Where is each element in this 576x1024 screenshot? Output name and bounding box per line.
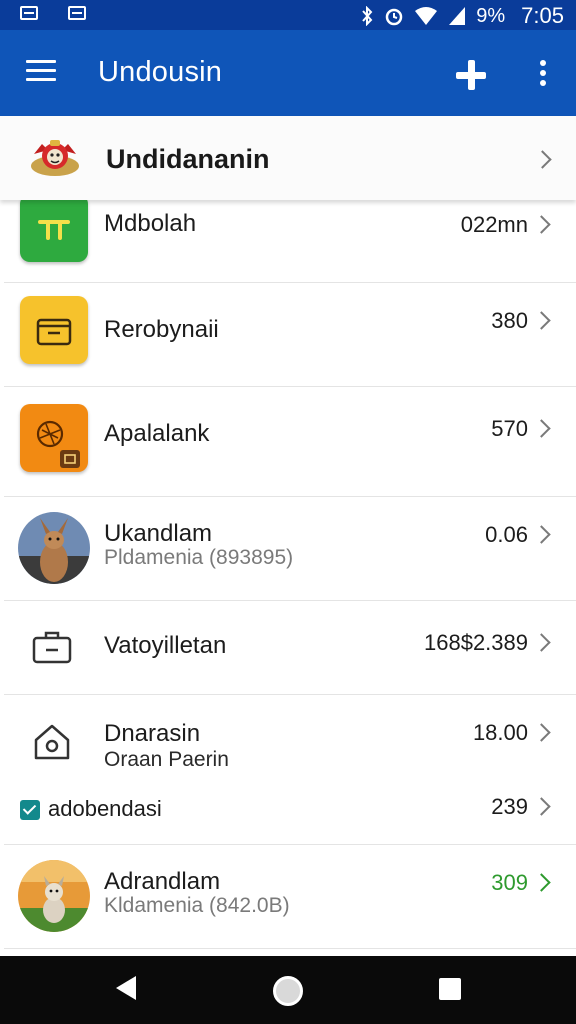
home-icon <box>34 724 70 760</box>
clock: 7:05 <box>521 3 564 28</box>
recents-button[interactable] <box>439 978 461 1000</box>
item-value: 239 <box>491 794 528 819</box>
add-icon[interactable] <box>456 60 486 90</box>
item-title: Rerobynaii <box>104 316 219 343</box>
list-item[interactable]: Ukandlam Pldamenia (893895) 0.06 <box>4 496 576 601</box>
item-value: 309 <box>491 870 528 895</box>
app-bar: Undousin <box>0 30 576 116</box>
status-notifications <box>20 6 86 20</box>
item-title: Vatoyilletan <box>104 632 227 659</box>
chevron-right-icon <box>532 873 551 892</box>
list-item[interactable]: Adrandlam Kldamenia (842.0B) 309 <box>4 844 576 949</box>
wifi-icon <box>415 7 438 25</box>
bluetooth-icon <box>362 6 373 26</box>
item-value: 022mn <box>460 212 528 237</box>
fruit-icon <box>20 404 88 472</box>
more-options-icon[interactable] <box>538 60 548 90</box>
item-title: Mdbolah <box>104 210 197 237</box>
chevron-right-icon <box>532 525 551 544</box>
chevron-right-icon <box>532 633 551 652</box>
item-value: 168$2.389 <box>424 630 528 655</box>
chevron-right-icon <box>532 311 551 330</box>
chevron-right-icon <box>532 723 551 742</box>
item-value: 380 <box>491 308 528 333</box>
item-value: 0.06 <box>485 522 528 547</box>
item-subtitle: Pldamenia (893895) <box>104 546 294 569</box>
chevron-right-icon <box>532 419 551 438</box>
chevron-right-icon <box>532 797 551 816</box>
status-indicators: 9% 7:05 <box>360 3 564 29</box>
checkbox-label: adobendasi <box>48 796 162 821</box>
item-subtitle: Kldamenia (842.0B) <box>104 894 290 917</box>
kangaroo-avatar <box>18 512 90 584</box>
item-value: 18.00 <box>472 720 528 745</box>
back-button[interactable] <box>116 976 136 1000</box>
item-subtitle: Oraan Paerin <box>104 748 229 771</box>
app-title: Undousin <box>98 56 223 88</box>
green-tile-icon <box>20 194 88 262</box>
item-title: Adrandlam <box>104 868 221 895</box>
header-row[interactable]: Undidananin <box>0 116 576 200</box>
notification-icon <box>68 6 86 20</box>
signal-icon <box>449 7 466 25</box>
list-item[interactable]: Mdbolah 022mn <box>4 194 576 283</box>
menu-icon[interactable] <box>26 60 56 84</box>
status-bar: 9% 7:05 <box>0 0 576 30</box>
chevron-right-icon <box>532 215 551 234</box>
item-value: 570 <box>491 416 528 441</box>
list-item[interactable]: Apalalank 570 <box>4 386 576 497</box>
alarm-icon <box>386 8 403 26</box>
list-item[interactable]: Vatoyilletan 168$2.389 <box>4 600 576 695</box>
item-title: Ukandlam <box>104 520 213 547</box>
dog-avatar <box>18 860 90 932</box>
briefcase-icon <box>32 631 72 664</box>
list-item[interactable]: Rerobynaii 380 <box>4 282 576 387</box>
system-nav-bar <box>0 956 576 1024</box>
emblem-logo <box>31 140 79 176</box>
home-button[interactable] <box>273 976 303 1006</box>
header-title: Undidananin <box>106 144 270 174</box>
battery-level: 9% <box>476 4 506 27</box>
notification-icon <box>20 6 38 20</box>
chevron-right-icon <box>533 150 552 169</box>
wallet-icon <box>20 296 88 364</box>
item-title: Apalalank <box>104 420 210 447</box>
list-item[interactable]: Dnarasin Oraan Paerin 18.00 adobendasi 2… <box>4 694 576 845</box>
item-title: Dnarasin <box>104 720 201 747</box>
checkbox-icon[interactable] <box>20 800 40 820</box>
